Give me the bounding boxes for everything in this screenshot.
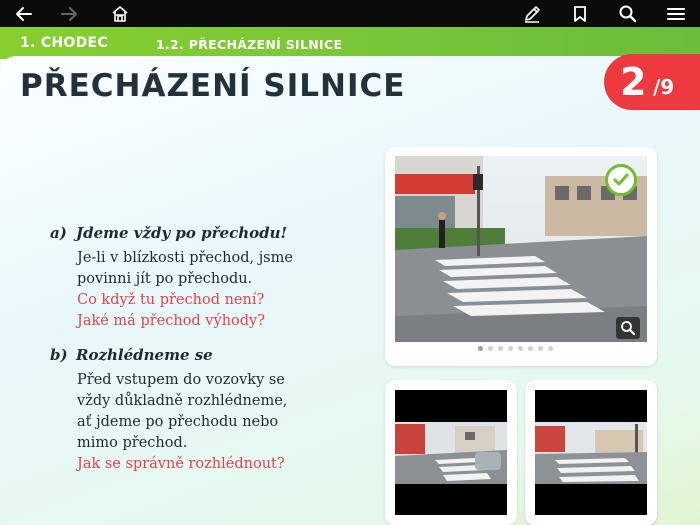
hamburger-menu-icon: [667, 8, 685, 20]
gallery-dot[interactable]: [548, 346, 553, 351]
menu-button[interactable]: [664, 2, 688, 26]
correct-check-badge: [605, 164, 637, 196]
item-b-line: Před vstupem do vozovky se: [77, 372, 285, 388]
page-title: PŘECHÁZENÍ SILNICE: [20, 68, 406, 104]
item-a-heading: a) Jdeme vždy po přechodu!: [50, 223, 287, 243]
page-current-number: 2: [620, 60, 647, 104]
back-button[interactable]: [12, 2, 36, 26]
search-button[interactable]: [616, 2, 640, 26]
search-icon: [619, 5, 637, 23]
gallery-dot[interactable]: [538, 346, 543, 351]
item-b-line: vždy důkladně rozhlédneme,: [77, 393, 288, 409]
gallery-pagination[interactable]: [478, 346, 553, 352]
item-b-line: ať jdeme po přechodu nebo: [77, 414, 279, 430]
video-thumbnail[interactable]: [395, 390, 507, 515]
item-a-question: Jaké má přechod výhody?: [77, 313, 266, 329]
pencil-icon: [525, 6, 540, 23]
top-toolbar: [0, 0, 700, 27]
item-b-line: mimo přechod.: [77, 435, 188, 451]
magnifier-icon: [621, 321, 636, 336]
item-b-title: Rozhlédneme se: [76, 346, 213, 364]
item-a-question: Co když tu přechod není?: [77, 292, 265, 308]
item-a-line: Je-li v blízkosti přechod, jsme: [77, 250, 293, 266]
breadcrumb-chapter[interactable]: 1. CHODEC: [20, 33, 108, 53]
gallery-dot[interactable]: [528, 346, 533, 351]
home-button[interactable]: [108, 2, 132, 26]
breadcrumb-section[interactable]: 1.2. PŘECHÁZENÍ SILNICE: [156, 36, 342, 54]
page-total: /9: [653, 75, 675, 99]
item-a-line: povinni jít po přechodu.: [77, 271, 253, 287]
arrow-right-icon: [61, 7, 77, 21]
item-b-heading: b) Rozhlédneme se: [50, 345, 213, 365]
zoom-button[interactable]: [616, 317, 640, 339]
gallery-dot[interactable]: [518, 346, 523, 351]
gallery-dot[interactable]: [478, 346, 483, 351]
home-icon: [112, 6, 128, 22]
video-thumbnail[interactable]: [535, 390, 647, 515]
page-number-badge: [604, 54, 700, 110]
gallery-dot[interactable]: [508, 346, 513, 351]
bookmark-button[interactable]: [568, 2, 592, 26]
check-icon: [613, 173, 629, 186]
item-a-marker: a): [50, 224, 67, 242]
item-a-title: Jdeme vždy po přechodu!: [76, 224, 288, 242]
item-b-marker: b): [50, 346, 68, 364]
item-b-question: Jak se správně rozhlédnout?: [77, 456, 285, 472]
forward-button[interactable]: [57, 2, 81, 26]
gallery-dot[interactable]: [488, 346, 493, 351]
bookmark-icon: [574, 6, 586, 22]
edit-button[interactable]: [520, 2, 544, 26]
gallery-dot[interactable]: [498, 346, 503, 351]
arrow-left-icon: [16, 7, 32, 21]
